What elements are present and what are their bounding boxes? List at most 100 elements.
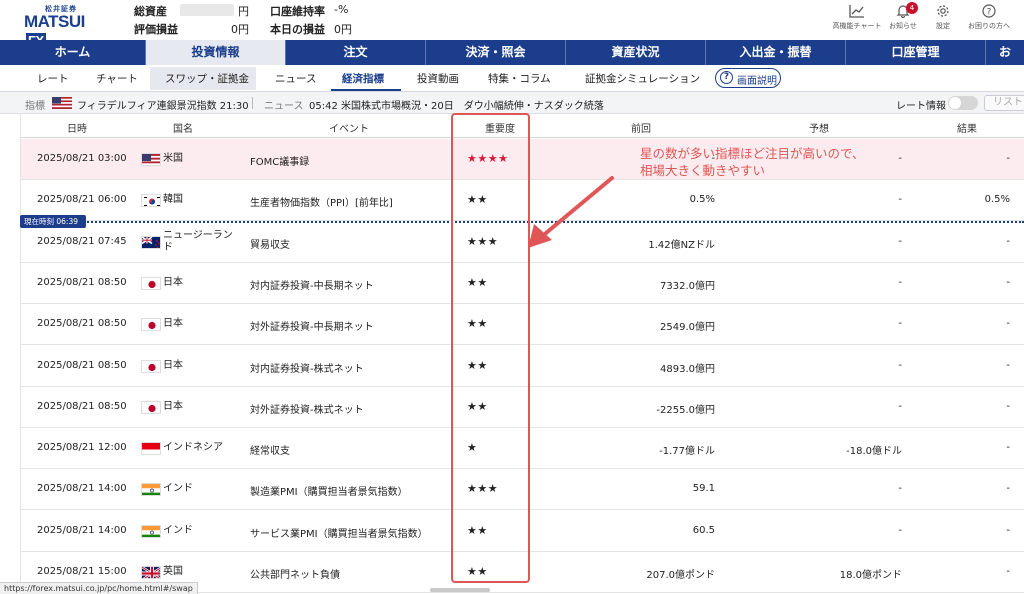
subtab-economic-indicators[interactable]: 経済指標 — [342, 71, 384, 86]
nav-order[interactable]: 注文 — [286, 40, 426, 65]
help-icon: ? — [982, 4, 996, 18]
row-event: 公共部門ネット負債 — [250, 570, 340, 581]
annotation-line-2: 相場大きく動きやすい — [640, 163, 766, 178]
row-forecast: - — [898, 194, 902, 206]
jp-flag-icon — [141, 276, 161, 290]
row-event: FOMC議事録 — [250, 157, 310, 168]
total-assets-unit: 円 — [238, 5, 249, 18]
svg-text:?: ? — [987, 8, 992, 18]
row-previous: -2255.0億円 — [656, 404, 715, 416]
subtab-swap-margin[interactable]: スワップ・証拠金 — [165, 71, 249, 86]
nav-deposit-transfer[interactable]: 入出金・振替 — [706, 40, 846, 65]
row-forecast: - — [898, 276, 902, 288]
row-result: - — [1006, 235, 1010, 247]
list-button[interactable]: リスト — [984, 95, 1024, 111]
ticker-news-label: ニュース — [264, 101, 304, 112]
row-previous: 0.5% — [689, 194, 715, 206]
jp-flag-icon — [141, 318, 161, 332]
row-event: サービス業PMI（購買担当者景気指数） — [250, 528, 428, 540]
subtab-rate[interactable]: レート — [37, 71, 69, 86]
row-previous: 1.42億NZドル — [648, 239, 715, 251]
help-center-button[interactable]: ? お困りの方へ — [962, 2, 1016, 36]
chart-icon — [849, 5, 864, 18]
row-country: 韓国 — [163, 194, 183, 206]
row-result: - — [1006, 153, 1010, 164]
horizontal-scroll-indicator[interactable] — [430, 588, 490, 592]
nav-account[interactable]: 口座管理 — [846, 40, 986, 65]
row-country: 日本 — [163, 359, 183, 371]
today-pnl-label: 本日の損益 — [270, 23, 325, 36]
row-datetime: 2025/08/21 12:00 — [37, 442, 127, 454]
header-forecast: 予想 — [809, 124, 829, 135]
row-previous: 207.0億ポンド — [646, 570, 715, 581]
row-event: 対内証券投資-株式ネット — [250, 363, 364, 375]
main-navigation: ホーム 投資情報 注文 決済・照会 資産状況 入出金・振替 口座管理 お — [0, 40, 1024, 65]
row-forecast: -18.0億ドル — [846, 446, 902, 458]
row-country: 日本 — [163, 276, 183, 288]
nav-assets[interactable]: 資産状況 — [566, 40, 706, 65]
us-flag-icon — [52, 97, 72, 109]
nav-investment-info[interactable]: 投資情報 — [146, 40, 286, 65]
nav-home[interactable]: ホーム — [0, 40, 146, 65]
row-result: - — [1006, 483, 1010, 495]
row-previous: -1.77億ドル — [659, 446, 715, 458]
ticker-separator — [252, 97, 253, 109]
row-datetime: 2025/08/21 06:00 — [37, 194, 127, 206]
nav-settlement[interactable]: 決済・照会 — [426, 40, 566, 65]
matsui-fx-logo[interactable]: 松井証券 MATSUIFX — [24, 4, 100, 48]
info-ticker: 指標 フィラデルフィア連銀景況指数 21:30 ニュース 05:42 米国株式市… — [0, 92, 1024, 114]
row-datetime: 2025/08/21 03:00 — [37, 153, 127, 164]
active-subtab-underline — [331, 89, 401, 91]
ticker-news-link[interactable]: 05:42 米国株式市場概況・20日 ダウ小幅続伸・ナスダック続落 — [309, 97, 604, 112]
row-forecast: - — [898, 359, 902, 371]
us-flag-icon — [141, 153, 161, 166]
row-previous: 59.1 — [692, 483, 715, 495]
row-country: 日本 — [163, 318, 183, 330]
kr-flag-icon — [141, 194, 161, 208]
app-header: 松井証券 MATSUIFX 総資産 円 評価損益 0円 口座維持率 -% 本日の… — [0, 0, 1024, 48]
header-result: 結果 — [957, 124, 977, 135]
row-result: - — [1006, 400, 1010, 412]
subtab-margin-simulation[interactable]: 証拠金シミュレーション — [585, 71, 700, 86]
subtab-videos[interactable]: 投資動画 — [417, 71, 459, 86]
toggle-knob — [949, 97, 961, 109]
header-event: イベント — [329, 124, 369, 135]
row-country: 日本 — [163, 400, 183, 412]
ticker-indicator-label: 指標 — [25, 101, 45, 112]
ticker-indicator-link[interactable]: フィラデルフィア連銀景況指数 21:30 — [77, 97, 249, 112]
today-pnl-value: 0円 — [334, 23, 352, 36]
row-forecast: - — [898, 400, 902, 412]
importance-highlight-box — [451, 113, 530, 583]
jp-flag-icon — [141, 359, 161, 373]
screen-help-button[interactable]: ? 画面説明 — [715, 68, 781, 88]
nav-more[interactable]: お — [986, 40, 1024, 65]
row-result: - — [1006, 318, 1010, 330]
margin-ratio-value: -% — [334, 3, 349, 16]
gb-flag-icon — [141, 566, 161, 579]
row-event: 対外証券投資-中長期ネット — [250, 322, 374, 334]
row-result: - — [1006, 566, 1010, 577]
row-event: 対外証券投資-株式ネット — [250, 404, 364, 416]
row-result: - — [1006, 524, 1010, 536]
in-flag-icon — [141, 524, 161, 538]
rate-info-label: レート情報 — [896, 101, 946, 112]
current-time-marker: 現在時刻 06:39 — [20, 215, 86, 228]
row-previous: 60.5 — [692, 524, 715, 536]
subtab-columns[interactable]: 特集・コラム — [488, 71, 551, 86]
header-country: 国名 — [173, 124, 193, 135]
row-country: インド — [163, 483, 193, 495]
subtab-news[interactable]: ニュース — [275, 71, 316, 86]
rate-info-toggle[interactable] — [948, 96, 978, 110]
browser-status-url: https://forex.matsui.co.jp/pc/home.html#… — [0, 582, 198, 594]
row-datetime: 2025/08/21 08:50 — [37, 400, 127, 412]
margin-ratio-label: 口座維持率 — [270, 5, 325, 18]
row-datetime: 2025/08/21 08:50 — [37, 318, 127, 330]
row-datetime: 2025/08/21 14:00 — [37, 524, 127, 536]
row-result: 0.5% — [984, 194, 1010, 206]
row-event: 生産者物価指数（PPI）[前年比] — [250, 198, 393, 210]
row-datetime: 2025/08/21 07:45 — [37, 235, 127, 247]
row-datetime: 2025/08/21 15:00 — [37, 566, 127, 577]
row-result: - — [1006, 359, 1010, 371]
nz-flag-icon — [141, 235, 161, 249]
subtab-chart[interactable]: チャート — [96, 71, 138, 86]
